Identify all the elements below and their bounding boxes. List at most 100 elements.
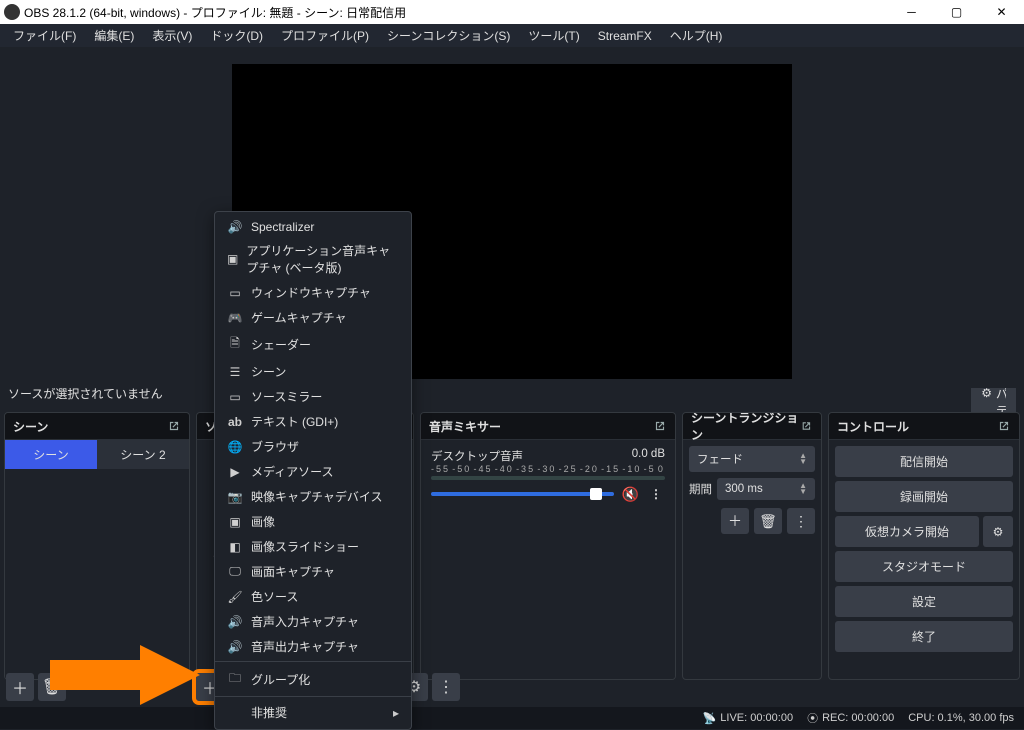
menubar: ファイル(F) 編集(E) 表示(V) ドック(D) プロファイル(P) シーン… — [0, 24, 1024, 47]
media-icon: ▶ — [227, 465, 243, 479]
studio-mode-button[interactable]: スタジオモード — [835, 551, 1013, 582]
color-icon: 🖌 — [227, 590, 243, 604]
menu-tools[interactable]: ツール(T) — [519, 24, 588, 47]
volume-slider[interactable] — [431, 492, 614, 496]
scene-item-1[interactable]: シーン — [5, 440, 97, 469]
updown-icon: ▲▼ — [799, 453, 807, 465]
ctx-audio-output-capture[interactable]: 🔊音声出力キャプチャ — [215, 634, 411, 662]
file-icon: 🗎 — [227, 334, 243, 355]
channel-level: 0.0 dB — [632, 448, 665, 464]
gamepad-icon: 🎮 — [227, 311, 243, 325]
menu-scene-collection[interactable]: シーンコレクション(S) — [378, 24, 519, 47]
image-icon: ▣ — [227, 515, 243, 529]
menu-edit[interactable]: 編集(E) — [85, 24, 143, 47]
window-titlebar: OBS 28.1.2 (64-bit, windows) - プロファイル: 無… — [0, 0, 1024, 24]
ctx-text-gdi[interactable]: abテキスト (GDI+) — [215, 409, 411, 434]
ctx-shader[interactable]: 🗎シェーダー — [215, 330, 411, 359]
mixer-title: 音声ミキサー — [429, 418, 501, 435]
duration-input[interactable]: 300 ms ▲▼ — [717, 478, 815, 500]
menu-dock[interactable]: ドック(D) — [201, 24, 272, 47]
remove-transition-button[interactable]: 🗑 — [754, 508, 782, 534]
menu-streamfx[interactable]: StreamFX — [589, 26, 661, 46]
transitions-dock: シーントランジション フェード ▲▼ 期間 300 ms ▲▼ ＋ 🗑 ⋮ — [682, 412, 822, 680]
popout-icon[interactable] — [653, 419, 667, 433]
screen-icon: 🖵 — [227, 564, 243, 579]
mirror-icon: ▭ — [227, 390, 243, 404]
status-rec: ⦿REC: 00:00:00 — [807, 710, 894, 726]
browser-icon: 🌐 — [227, 440, 243, 454]
window-title: OBS 28.1.2 (64-bit, windows) - プロファイル: 無… — [24, 4, 406, 21]
docks-row: シーン シーン シーン 2 ソース ソースがありません。 下の + アイコンをク… — [0, 408, 1024, 680]
record-icon: ⦿ — [807, 710, 818, 726]
settings-button[interactable]: 設定 — [835, 586, 1013, 617]
ctx-game-capture[interactable]: 🎮ゲームキャプチャ — [215, 305, 411, 330]
transition-select[interactable]: フェード ▲▼ — [689, 446, 815, 472]
window-icon: ▭ — [227, 286, 243, 300]
speaker-icon: 🔊 — [227, 220, 243, 234]
gear-icon: ⚙ — [993, 525, 1004, 539]
app-icon — [4, 4, 20, 20]
ctx-color-source[interactable]: 🖌色ソース — [215, 584, 411, 609]
ctx-media-source[interactable]: ▶メディアソース — [215, 459, 411, 484]
ctx-deprecated[interactable]: 非推奨▸ — [215, 700, 411, 725]
maximize-button[interactable]: ▢ — [934, 0, 979, 24]
broadcast-icon: 📡 — [703, 712, 717, 725]
menu-help[interactable]: ヘルプ(H) — [661, 24, 732, 47]
ctx-group[interactable]: 🗀グループ化 — [215, 665, 411, 697]
status-live: 📡LIVE: 00:00:00 — [703, 712, 793, 725]
menu-view[interactable]: 表示(V) — [143, 24, 201, 47]
speaker-icon: 🔊 — [227, 615, 243, 629]
scene-item-2[interactable]: シーン 2 — [97, 440, 189, 469]
popout-icon[interactable] — [997, 419, 1011, 433]
app-audio-icon: ▣ — [227, 252, 238, 266]
add-scene-button[interactable]: ＋ — [6, 673, 34, 701]
exit-button[interactable]: 終了 — [835, 621, 1013, 652]
scene-icon: ☰ — [227, 365, 243, 379]
add-source-context-menu: 🔊Spectralizer ▣アプリケーション音声キャプチャ (ベータ版) ▭ウ… — [214, 211, 412, 730]
ctx-spectralizer[interactable]: 🔊Spectralizer — [215, 216, 411, 238]
channel-menu-button[interactable]: ⋮ — [647, 485, 665, 503]
channel-name: デスクトップ音声 — [431, 448, 523, 464]
close-button[interactable]: ✕ — [979, 0, 1024, 24]
preview-area — [0, 47, 1024, 388]
popout-icon[interactable] — [800, 419, 813, 433]
virtual-camera-settings-button[interactable]: ⚙ — [983, 516, 1013, 547]
meter-ticks: -55-50-45-40-35-30-25-20-15-10-50 — [431, 464, 665, 474]
ctx-scene[interactable]: ☰シーン — [215, 359, 411, 384]
ctx-browser[interactable]: 🌐ブラウザ — [215, 434, 411, 459]
ctx-app-audio-capture[interactable]: ▣アプリケーション音声キャプチャ (ベータ版) — [215, 238, 411, 280]
start-record-button[interactable]: 録画開始 — [835, 481, 1013, 512]
add-transition-button[interactable]: ＋ — [721, 508, 749, 534]
gear-icon: ⚙ — [981, 386, 992, 400]
menu-profile[interactable]: プロファイル(P) — [272, 24, 378, 47]
ctx-window-capture[interactable]: ▭ウィンドウキャプチャ — [215, 280, 411, 305]
ctx-display-capture[interactable]: 🖵画面キャプチャ — [215, 559, 411, 584]
virtual-camera-button[interactable]: 仮想カメラ開始 — [835, 516, 979, 547]
controls-title: コントロール — [837, 418, 909, 435]
mute-icon[interactable]: 🔇 — [622, 486, 639, 503]
mixer-channel-desktop-audio: デスクトップ音声 0.0 dB -55-50-45-40-35-30-25-20… — [421, 440, 675, 511]
ctx-image[interactable]: ▣画像 — [215, 509, 411, 534]
audio-meter — [431, 476, 665, 480]
folder-icon: 🗀 — [227, 669, 243, 690]
camera-icon: 📷 — [227, 490, 243, 504]
scenes-dock: シーン シーン シーン 2 — [4, 412, 190, 680]
ctx-image-slideshow[interactable]: ◧画像スライドショー — [215, 534, 411, 559]
mixer-menu-button[interactable]: ⋮ — [432, 673, 460, 701]
ctx-audio-input-capture[interactable]: 🔊音声入力キャプチャ — [215, 609, 411, 634]
minimize-button[interactable]: ─ — [889, 0, 934, 24]
ctx-source-mirror[interactable]: ▭ソースミラー — [215, 384, 411, 409]
scenes-title: シーン — [13, 418, 48, 435]
menu-file[interactable]: ファイル(F) — [4, 24, 85, 47]
arrow-callout — [50, 645, 200, 705]
text-icon: ab — [227, 415, 243, 429]
popout-icon[interactable] — [167, 419, 181, 433]
slideshow-icon: ◧ — [227, 540, 243, 554]
ctx-video-capture-device[interactable]: 📷映像キャプチャデバイス — [215, 484, 411, 509]
transition-menu-button[interactable]: ⋮ — [787, 508, 815, 534]
statusbar: 📡LIVE: 00:00:00 ⦿REC: 00:00:00 CPU: 0.1%… — [0, 707, 1024, 729]
duration-label: 期間 — [689, 481, 712, 497]
audio-mixer-dock: 音声ミキサー デスクトップ音声 0.0 dB -55-50-45-40-35-3… — [420, 412, 676, 680]
start-stream-button[interactable]: 配信開始 — [835, 446, 1013, 477]
speaker-icon: 🔊 — [227, 640, 243, 654]
